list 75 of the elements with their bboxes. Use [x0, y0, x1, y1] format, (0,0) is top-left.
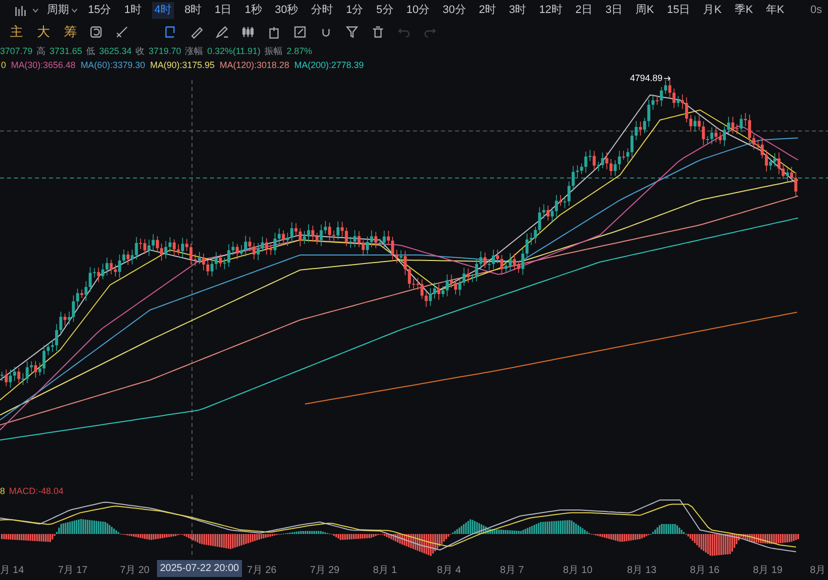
- axis-date-label: 月 14: [0, 564, 24, 578]
- ohlc-label: 高: [36, 45, 46, 58]
- axis-date-label: 8月 4: [437, 564, 461, 578]
- timeframe-tab[interactable]: 30分: [440, 2, 468, 19]
- timeframe-tab[interactable]: 5分: [374, 2, 396, 19]
- caret-icon[interactable]: [32, 8, 39, 13]
- macd-value: 8: [0, 485, 6, 498]
- crosshair-date-label: 2025-07-22 20:00: [157, 560, 242, 577]
- moving-average-value: MA(120):3018.28: [220, 59, 290, 72]
- ohlc-label: 低: [86, 45, 96, 58]
- caret-icon[interactable]: [71, 8, 78, 13]
- moving-average-value: MA(30):3656.48: [11, 59, 76, 72]
- moving-average-value: MA(200):2778.39: [294, 59, 364, 72]
- timeframe-tab[interactable]: 4时: [152, 2, 174, 19]
- arrow-icon: [664, 76, 671, 81]
- ohlc-value: 2.87%: [286, 45, 312, 58]
- axis-date-label: 8月: [810, 564, 826, 578]
- timeframe-tab[interactable]: 8时: [182, 2, 204, 19]
- timeframe-tab[interactable]: 12时: [537, 2, 564, 19]
- ohlc-value: 3707.79: [0, 45, 33, 58]
- timeframe-tab[interactable]: 周K: [634, 2, 656, 19]
- moving-average-value: 0: [1, 59, 6, 72]
- pen-icon[interactable]: [215, 25, 229, 39]
- macd-value: MACD:-48.04: [9, 485, 64, 498]
- ohlc-label: 收: [136, 45, 145, 58]
- timeframe-tab[interactable]: 月K: [701, 2, 724, 19]
- ohlc-value: 3731.65: [50, 45, 82, 58]
- timeframe-tab[interactable]: 15分: [86, 2, 114, 19]
- axis-date-label: 7月 26: [247, 564, 276, 578]
- axis-date-label: 8月 13: [627, 564, 656, 578]
- timeframe-tab[interactable]: 15日: [664, 2, 692, 19]
- indicator-button[interactable]: 大: [37, 22, 50, 42]
- indicator-button[interactable]: 筹: [64, 22, 77, 42]
- timeframe-tab[interactable]: 1时: [122, 2, 144, 19]
- axis-date-label: 8月 1: [373, 564, 397, 578]
- axis-date-label: 7月 20: [120, 564, 150, 578]
- rotate-icon[interactable]: [89, 25, 103, 39]
- ohlc-value: 3625.34: [99, 45, 132, 58]
- ohlc-value: 3719.70: [148, 45, 182, 58]
- cursor-box-icon[interactable]: [163, 25, 177, 39]
- timeframe-tab[interactable]: 1分: [344, 2, 366, 19]
- filter-icon[interactable]: [345, 25, 359, 39]
- ohlc-label: 涨幅: [185, 45, 204, 58]
- trash-icon[interactable]: [371, 25, 385, 39]
- indicator-button[interactable]: 主: [10, 22, 23, 42]
- axis-date-label: 8月 10: [563, 564, 592, 578]
- ohlc-value: 0.32%(11.91): [207, 45, 261, 58]
- period-label[interactable]: 周期: [47, 2, 69, 19]
- ruler-icon[interactable]: [189, 25, 203, 39]
- edit-icon[interactable]: [293, 25, 307, 39]
- candles-icon[interactable]: [241, 25, 255, 39]
- high-price-label: 4794.89: [630, 72, 663, 85]
- timer-text: 0s: [810, 3, 822, 18]
- clipboard-icon[interactable]: [267, 25, 281, 39]
- timeframe-tab[interactable]: 3时: [507, 2, 528, 19]
- timeframe-tab[interactable]: 3日: [604, 2, 625, 19]
- axis-date-label: 7月 29: [310, 564, 340, 578]
- timeframe-tab[interactable]: 2日: [573, 2, 594, 19]
- timeframe-tab[interactable]: 分时: [309, 2, 336, 19]
- timeframe-tab[interactable]: 1日: [212, 2, 234, 19]
- timeframe-tab[interactable]: 1秒: [242, 2, 264, 19]
- timeframe-tab[interactable]: 季K: [732, 2, 755, 19]
- axis-date-label: 8月 19: [753, 564, 782, 578]
- moving-average-value: MA(60):3379.30: [80, 59, 146, 72]
- axis-date-label: 8月 7: [500, 564, 524, 578]
- timeframe-tab[interactable]: 2时: [476, 2, 498, 19]
- timeframe-tab[interactable]: 10分: [404, 2, 432, 19]
- axis-date-label: 8月 16: [690, 564, 720, 578]
- line-tool-icon[interactable]: [115, 25, 129, 39]
- chart-type-icon[interactable]: [14, 4, 28, 16]
- timeframe-tab[interactable]: 30秒: [272, 2, 300, 19]
- ohlc-label: 振幅: [264, 45, 283, 58]
- moving-average-value: MA(90):3175.95: [150, 59, 215, 72]
- timeframe-tab[interactable]: 年K: [764, 2, 786, 19]
- axis-date-label: 7月 17: [58, 564, 88, 578]
